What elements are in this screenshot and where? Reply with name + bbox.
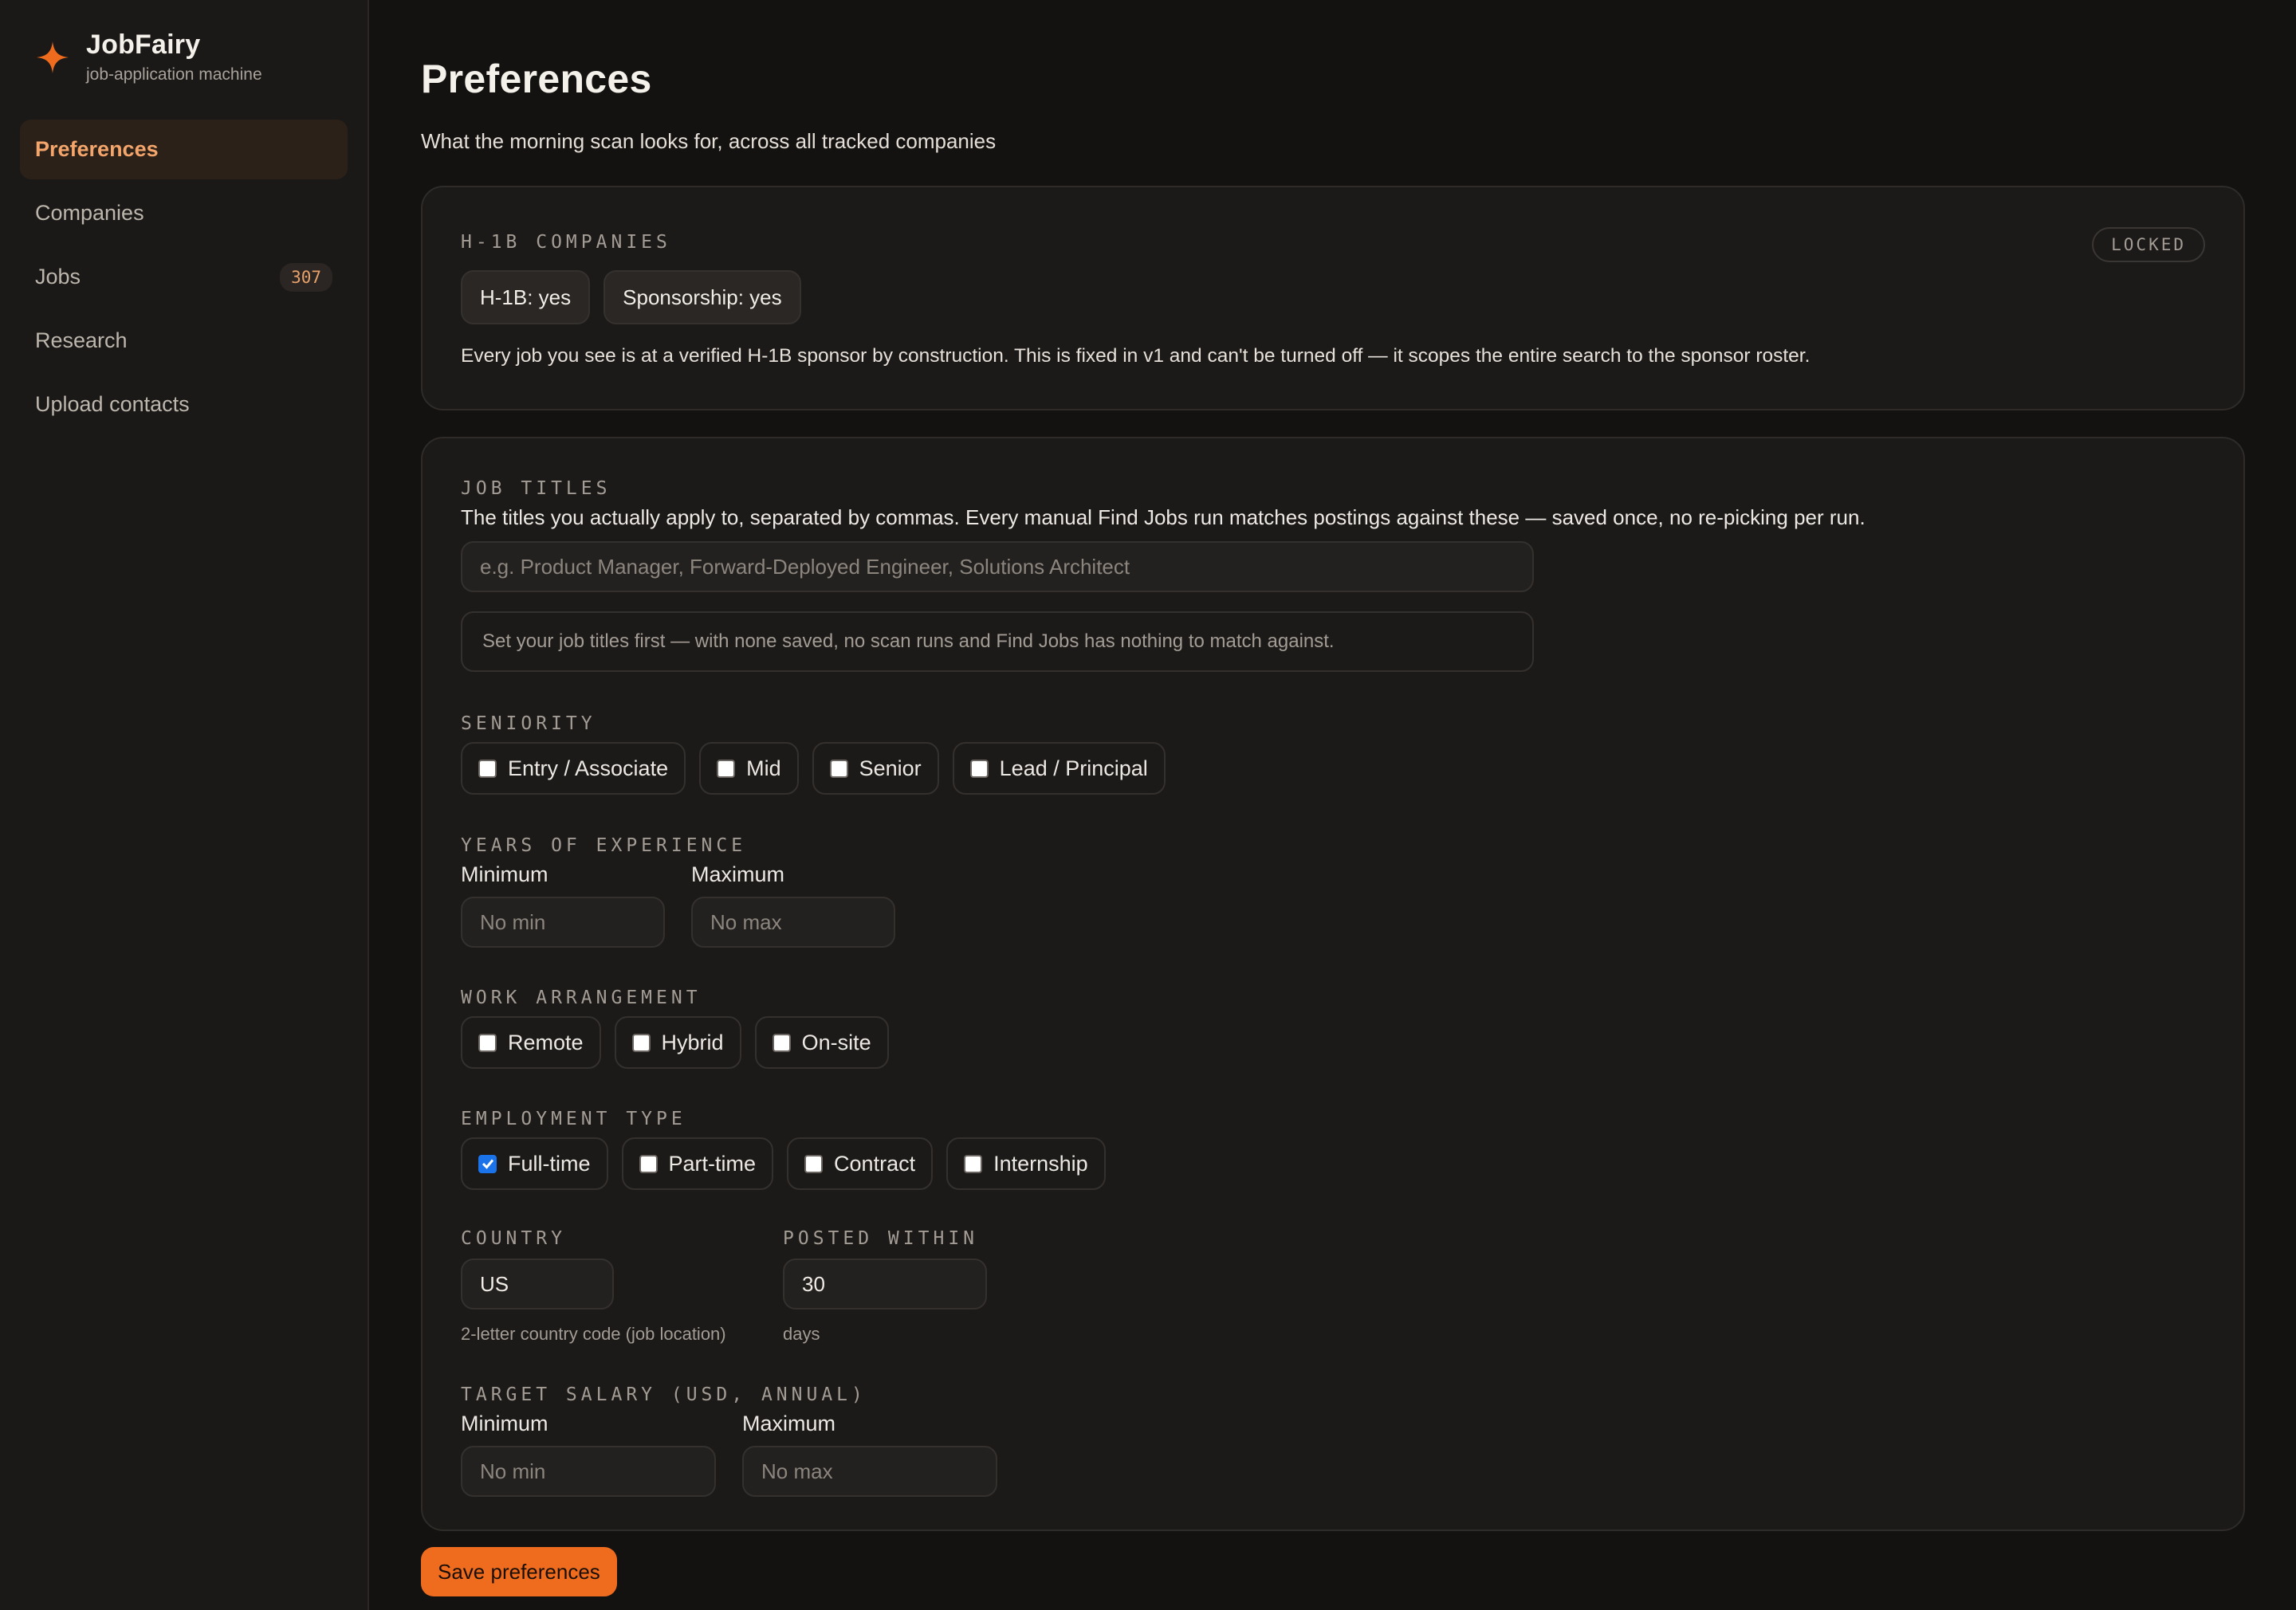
country-label: COUNTRY bbox=[461, 1228, 566, 1249]
salary-min-input[interactable]: No min bbox=[461, 1446, 716, 1497]
sponsorship-chip: Sponsorship: yes bbox=[603, 270, 801, 324]
option-label: Remote bbox=[508, 1030, 584, 1054]
seniority-lead-checkbox[interactable]: Lead / Principal bbox=[952, 742, 1166, 795]
seniority-options: Entry / Associate Mid Senior Lead / Prin… bbox=[461, 742, 2205, 795]
experience-max-label: Maximum bbox=[691, 862, 785, 886]
location-fields: COUNTRY US 2-letter country code (job lo… bbox=[461, 1228, 2205, 1345]
save-preferences-button[interactable]: Save preferences bbox=[421, 1547, 617, 1596]
salary-fields: Minimum No min Maximum No max bbox=[461, 1412, 2205, 1497]
job-titles-description: The titles you actually apply to, separa… bbox=[461, 505, 1866, 529]
country-hint: 2-letter country code (job location) bbox=[461, 1324, 726, 1344]
salary-max-input[interactable]: No max bbox=[742, 1446, 997, 1497]
checkbox-icon bbox=[478, 1033, 497, 1052]
contract-checkbox[interactable]: Contract bbox=[787, 1137, 934, 1190]
jobs-count-badge: 307 bbox=[280, 262, 332, 292]
salary-label: TARGET SALARY (USD, ANNUAL) bbox=[461, 1384, 867, 1405]
checkbox-icon bbox=[717, 759, 736, 778]
work-arrangement-options: Remote Hybrid On-site bbox=[461, 1016, 2205, 1069]
sidebar-item-label: Jobs bbox=[35, 265, 81, 289]
option-label: Contract bbox=[834, 1151, 916, 1176]
experience-fields: Minimum No min Maximum No max bbox=[461, 862, 2205, 948]
remote-checkbox[interactable]: Remote bbox=[461, 1016, 601, 1069]
sidebar-item-label: Upload contacts bbox=[35, 392, 190, 416]
experience-label: YEARS OF EXPERIENCE bbox=[461, 835, 747, 856]
option-label: Senior bbox=[859, 756, 922, 780]
sidebar-item-preferences[interactable]: Preferences bbox=[20, 120, 348, 179]
parttime-checkbox[interactable]: Part-time bbox=[621, 1137, 774, 1190]
sidebar: JobFairy job-application machine Prefere… bbox=[0, 0, 369, 1610]
salary-min-label: Minimum bbox=[461, 1412, 548, 1435]
brand-name: JobFairy bbox=[86, 29, 201, 60]
checkbox-icon bbox=[829, 759, 848, 778]
sidebar-item-label: Preferences bbox=[35, 137, 159, 161]
seniority-entry-checkbox[interactable]: Entry / Associate bbox=[461, 742, 686, 795]
brand: JobFairy job-application machine bbox=[20, 0, 348, 120]
page-title: Preferences bbox=[421, 57, 652, 101]
posted-within-hint: days bbox=[783, 1324, 820, 1344]
locked-badge: LOCKED bbox=[2092, 227, 2205, 262]
checkbox-icon bbox=[478, 759, 497, 778]
preferences-form-card: JOB TITLES The titles you actually apply… bbox=[421, 437, 2245, 1531]
h1b-chips: H-1B: yes Sponsorship: yes bbox=[461, 270, 2205, 324]
employment-type-label: EMPLOYMENT TYPE bbox=[461, 1109, 686, 1129]
checkbox-icon bbox=[639, 1154, 658, 1173]
checkbox-icon bbox=[964, 1154, 983, 1173]
job-titles-label: JOB TITLES bbox=[461, 478, 611, 499]
checkbox-icon bbox=[804, 1154, 824, 1173]
job-titles-notice: Set your job titles first — with none sa… bbox=[461, 611, 1534, 672]
option-label: Lead / Principal bbox=[999, 756, 1148, 780]
fulltime-checkbox[interactable]: Full-time bbox=[461, 1137, 608, 1190]
work-arrangement-label: WORK ARRANGEMENT bbox=[461, 988, 702, 1008]
checkbox-checked-icon bbox=[478, 1154, 497, 1173]
option-label: Mid bbox=[746, 756, 781, 780]
option-label: Hybrid bbox=[661, 1030, 724, 1054]
experience-max-input[interactable]: No max bbox=[691, 897, 895, 948]
checkbox-icon bbox=[631, 1033, 651, 1052]
sidebar-item-upload-contacts[interactable]: Upload contacts bbox=[20, 375, 348, 434]
sidebar-nav: Preferences Companies Jobs 307 Research … bbox=[20, 120, 348, 434]
salary-max-label: Maximum bbox=[742, 1412, 836, 1435]
main-content: Preferences What the morning scan looks … bbox=[369, 0, 2296, 1610]
sidebar-item-research[interactable]: Research bbox=[20, 311, 348, 371]
experience-min-input[interactable]: No min bbox=[461, 897, 665, 948]
page-subtitle: What the morning scan looks for, across … bbox=[421, 129, 997, 153]
option-label: Full-time bbox=[508, 1151, 591, 1176]
option-label: On-site bbox=[801, 1030, 871, 1054]
onsite-checkbox[interactable]: On-site bbox=[754, 1016, 889, 1069]
posted-within-input[interactable]: 30 bbox=[783, 1259, 987, 1310]
checkbox-icon bbox=[772, 1033, 791, 1052]
option-label: Part-time bbox=[668, 1151, 757, 1176]
hybrid-checkbox[interactable]: Hybrid bbox=[614, 1016, 741, 1069]
h1b-card: H-1B COMPANIES LOCKED H-1B: yes Sponsors… bbox=[421, 186, 2245, 410]
brand-subtitle: job-application machine bbox=[86, 65, 262, 84]
h1b-note: Every job you see is at a verified H-1B … bbox=[461, 345, 1810, 367]
sidebar-item-label: Research bbox=[35, 328, 128, 352]
option-label: Entry / Associate bbox=[508, 756, 669, 780]
h1b-chip: H-1B: yes bbox=[461, 270, 591, 324]
employment-type-options: Full-time Part-time Contract Internship bbox=[461, 1137, 2205, 1190]
seniority-label: SENIORITY bbox=[461, 713, 596, 734]
internship-checkbox[interactable]: Internship bbox=[946, 1137, 1106, 1190]
sidebar-item-companies[interactable]: Companies bbox=[20, 183, 348, 243]
experience-min-label: Minimum bbox=[461, 862, 548, 886]
sidebar-item-label: Companies bbox=[35, 201, 144, 225]
job-titles-input[interactable]: e.g. Product Manager, Forward-Deployed E… bbox=[461, 541, 1534, 592]
option-label: Internship bbox=[993, 1151, 1088, 1176]
seniority-senior-checkbox[interactable]: Senior bbox=[812, 742, 939, 795]
posted-within-label: POSTED WITHIN bbox=[783, 1228, 979, 1249]
seniority-mid-checkbox[interactable]: Mid bbox=[699, 742, 799, 795]
sidebar-item-jobs[interactable]: Jobs 307 bbox=[20, 247, 348, 307]
country-input[interactable]: US bbox=[461, 1259, 614, 1310]
sparkle-logo-icon bbox=[37, 41, 69, 73]
h1b-label: H-1B COMPANIES bbox=[461, 232, 671, 253]
checkbox-icon bbox=[969, 759, 989, 778]
